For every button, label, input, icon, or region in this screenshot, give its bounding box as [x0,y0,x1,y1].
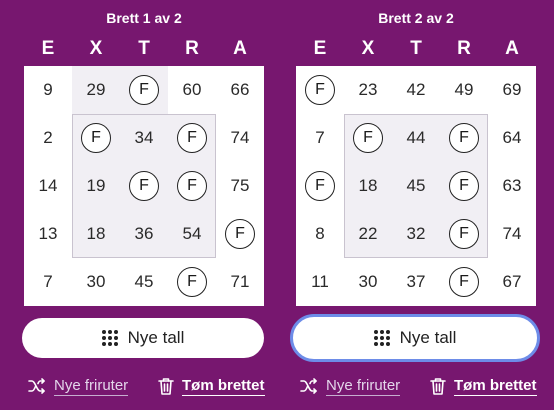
number-cell[interactable]: 45 [120,258,168,306]
number-cell[interactable]: 54 [168,210,216,258]
number-cell[interactable]: 36 [120,210,168,258]
number-cell[interactable]: 23 [344,66,392,114]
number-cell[interactable]: 19 [72,162,120,210]
new-free-squares-label: Nye friruter [326,376,401,396]
number-cell[interactable]: 18 [72,210,120,258]
column-letters: E X T R A [24,38,264,60]
number-cell[interactable]: 32 [392,210,440,258]
free-square-marker: F [449,123,479,153]
clear-board-label: Tøm brettet [182,376,265,396]
number-cell[interactable]: 8 [296,210,344,258]
new-numbers-button[interactable]: Nye tall [22,318,264,358]
number-cell[interactable]: 63 [488,162,536,210]
column-letter: T [138,38,150,59]
new-numbers-label: Nye tall [127,328,185,347]
free-square-marker: F [177,267,207,297]
number-cell[interactable]: 75 [216,162,264,210]
number-cell[interactable]: 49 [440,66,488,114]
column-letters: E X T R A [296,38,536,60]
clear-board-button[interactable]: Tøm brettet [158,374,265,398]
number-cell[interactable]: 66 [216,66,264,114]
free-square-marker: F [225,219,255,249]
free-square-marker: F [177,171,207,201]
column-letter: A [233,38,247,59]
number-cell[interactable]: 74 [488,210,536,258]
board-title: Brett 1 av 2 [106,10,182,26]
number-cell[interactable]: 45 [392,162,440,210]
number-grid: F 23 42 49 69 7 F 44 F 64 F 18 45 F 63 8 22 32 F 74 11 30 37 F 6… [296,66,536,306]
free-square-marker: F [353,123,383,153]
free-square[interactable]: F [296,66,344,114]
new-numbers-label: Nye tall [399,328,457,347]
number-cell[interactable]: 74 [216,114,264,162]
number-cell[interactable]: 60 [168,66,216,114]
free-square-marker: F [449,267,479,297]
free-square[interactable]: F [120,66,168,114]
free-square-marker: F [129,75,159,105]
number-cell[interactable]: 14 [24,162,72,210]
free-square[interactable]: F [168,258,216,306]
number-cell[interactable]: 67 [488,258,536,306]
number-grid: 9 29 F 60 66 2 F 34 F 74 14 19 F F 75 13 18 36 54 F 7 30 45 F 71 [24,66,264,306]
new-free-squares-label: Nye friruter [54,376,129,396]
number-cell[interactable]: 22 [344,210,392,258]
free-square-marker: F [177,123,207,153]
free-square-marker: F [449,171,479,201]
number-cell[interactable]: 42 [392,66,440,114]
column-letter: X [89,38,103,59]
number-cell[interactable]: 30 [72,258,120,306]
number-cell[interactable]: 30 [344,258,392,306]
column-letter: R [185,38,199,59]
free-square[interactable]: F [120,162,168,210]
shuffle-icon [300,378,318,394]
number-cell[interactable]: 34 [120,114,168,162]
new-free-squares-button[interactable]: Nye friruter [300,374,401,398]
number-cell[interactable]: 13 [24,210,72,258]
free-square[interactable]: F [216,210,264,258]
free-square[interactable]: F [296,162,344,210]
free-square-marker: F [81,123,111,153]
number-cell[interactable]: 71 [216,258,264,306]
number-cell[interactable]: 7 [24,258,72,306]
column-letter: A [505,38,519,59]
number-cell[interactable]: 11 [296,258,344,306]
number-cell[interactable]: 37 [392,258,440,306]
number-cell[interactable]: 44 [392,114,440,162]
new-numbers-button[interactable]: Nye tall [290,314,540,362]
number-cell[interactable]: 69 [488,66,536,114]
number-cell[interactable]: 2 [24,114,72,162]
dots-grid-icon [101,330,118,346]
column-letter: E [313,38,327,59]
number-cell[interactable]: 7 [296,114,344,162]
trash-icon [158,377,174,395]
column-letter: E [41,38,55,59]
clear-board-button[interactable]: Tøm brettet [430,374,537,398]
number-cell[interactable]: 29 [72,66,120,114]
dots-grid-icon [373,330,390,346]
clear-board-label: Tøm brettet [454,376,537,396]
free-square[interactable]: F [440,258,488,306]
free-square[interactable]: F [168,162,216,210]
free-square-marker: F [449,219,479,249]
new-free-squares-button[interactable]: Nye friruter [28,374,129,398]
free-square[interactable]: F [344,114,392,162]
number-cell[interactable]: 18 [344,162,392,210]
free-square[interactable]: F [168,114,216,162]
free-square[interactable]: F [440,114,488,162]
free-square-marker: F [129,171,159,201]
free-square[interactable]: F [440,210,488,258]
free-square[interactable]: F [440,162,488,210]
board-title: Brett 2 av 2 [378,10,454,26]
free-square-marker: F [305,171,335,201]
shuffle-icon [28,378,46,394]
trash-icon [430,377,446,395]
column-letter: X [361,38,375,59]
free-square-marker: F [305,75,335,105]
number-cell[interactable]: 64 [488,114,536,162]
column-letter: R [457,38,471,59]
number-cell[interactable]: 9 [24,66,72,114]
column-letter: T [410,38,422,59]
free-square[interactable]: F [72,114,120,162]
